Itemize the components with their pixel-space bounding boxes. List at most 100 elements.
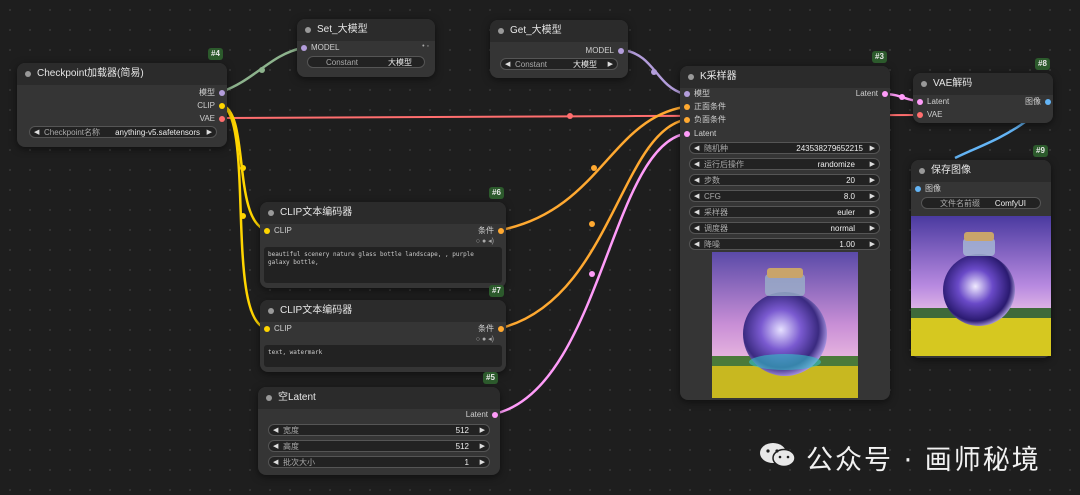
cfg-widget[interactable]: ◀ CFG 8.0 ▶ <box>689 190 880 202</box>
input-vae[interactable]: VAE <box>917 109 942 121</box>
node-title[interactable]: Get_大模型 <box>490 20 628 42</box>
widget-label: Constant <box>515 60 548 69</box>
widget-value: anything-v5.safetensors <box>115 128 200 137</box>
node-title[interactable]: 保存图像 <box>911 160 1051 182</box>
slot-label: MODEL <box>585 46 614 55</box>
prompt-textarea[interactable]: text, watermark <box>264 345 502 367</box>
node-checkpoint-loader[interactable]: #4 Checkpoint加载器(简易) 模型 CLIP VAE ◀ Check… <box>17 48 227 147</box>
arrow-right-icon[interactable]: ▶ <box>480 441 485 453</box>
node-title[interactable]: CLIP文本编码器 <box>260 300 506 322</box>
input-image[interactable]: 图像 <box>915 183 941 195</box>
node-title[interactable]: Checkpoint加载器(简易) <box>17 63 227 85</box>
scheduler-widget[interactable]: ◀ 调度器 normal ▶ <box>689 222 880 234</box>
input-model[interactable]: 模型 <box>684 88 710 100</box>
widget-value: 512 <box>455 426 469 435</box>
node-clip-text-positive[interactable]: #6 CLIP文本编码器 CLIP 条件 ○ ● ◂) beautiful sc… <box>260 187 506 288</box>
steps-widget[interactable]: ◀ 步数 20 ▶ <box>689 174 880 186</box>
node-empty-latent[interactable]: #5 空Latent Latent ◀ 宽度 512 ▶ ◀ 高度 512 ▶ … <box>258 372 500 475</box>
filename-prefix-field[interactable]: 文件名前缀 ComfyUI <box>921 197 1041 209</box>
node-title[interactable]: K采样器 <box>680 66 890 88</box>
arrow-right-icon[interactable]: ▶ <box>870 175 875 187</box>
arrow-right-icon[interactable]: ▶ <box>608 59 613 71</box>
wire-image-to-save <box>954 120 1026 160</box>
input-model[interactable]: MODEL <box>301 42 339 54</box>
arrow-right-icon[interactable]: ▶ <box>480 457 485 469</box>
control-after-generate-widget[interactable]: ◀ 运行后操作 randomize ▶ <box>689 158 880 170</box>
input-clip[interactable]: CLIP <box>264 225 292 237</box>
width-widget[interactable]: ◀ 宽度 512 ▶ <box>268 424 490 436</box>
input-clip[interactable]: CLIP <box>264 323 292 335</box>
output-image[interactable]: 图像 <box>1025 96 1051 108</box>
input-latent[interactable]: Latent <box>684 128 716 140</box>
watermark-text: 公众号 · 画师秘境 <box>806 445 1041 476</box>
output-conditioning[interactable]: 条件 <box>478 225 504 237</box>
slot-label: 图像 <box>1025 97 1041 106</box>
text-controls-icon[interactable]: ○ ● ◂) <box>476 237 494 245</box>
arrow-right-icon[interactable]: ▶ <box>870 159 875 171</box>
output-latent[interactable]: Latent <box>466 409 498 421</box>
arrow-left-icon[interactable]: ◀ <box>694 223 699 235</box>
output-conditioning[interactable]: 条件 <box>478 323 504 335</box>
widget-value: 243538279652215 <box>796 144 863 153</box>
input-negative[interactable]: 负面条件 <box>684 114 726 126</box>
node-id-badge: #8 <box>1035 58 1050 70</box>
node-get-model[interactable]: Get_大模型 MODEL ◀ Constant 大模型 ▶ <box>490 20 628 78</box>
arrow-right-icon[interactable]: ▶ <box>870 239 875 251</box>
arrow-right-icon[interactable]: ▶ <box>870 223 875 235</box>
input-latent[interactable]: Latent <box>917 96 949 108</box>
ckpt-name-combo[interactable]: ◀ Checkpoint名称 anything-v5.safetensors ▶ <box>29 126 217 138</box>
output-clip[interactable]: CLIP <box>197 100 225 112</box>
node-title[interactable]: Set_大模型 <box>297 19 435 41</box>
arrow-left-icon[interactable]: ◀ <box>694 239 699 251</box>
arrow-left-icon[interactable]: ◀ <box>273 441 278 453</box>
arrow-left-icon[interactable]: ◀ <box>694 207 699 219</box>
input-positive[interactable]: 正面条件 <box>684 101 726 113</box>
sampler-widget[interactable]: ◀ 采样器 euler ▶ <box>689 206 880 218</box>
prompt-textarea[interactable]: beautiful scenery nature glass bottle la… <box>264 247 502 283</box>
arrow-left-icon[interactable]: ◀ <box>273 425 278 437</box>
arrow-left-icon[interactable]: ◀ <box>273 457 278 469</box>
arrow-left-icon[interactable]: ◀ <box>694 159 699 171</box>
node-save-image[interactable]: #9 保存图像 图像 文件名前缀 ComfyUI <box>911 145 1051 358</box>
arrow-right-icon[interactable]: ▶ <box>870 143 875 155</box>
output-model[interactable]: 模型 <box>199 87 225 99</box>
slot-label: 模型 <box>694 89 710 98</box>
node-title[interactable]: VAE解码 <box>913 73 1053 95</box>
widget-value: ComfyUI <box>994 199 1026 208</box>
seed-widget[interactable]: ◀ 随机种 243538279652215 ▶ <box>689 142 880 154</box>
text-controls-icon[interactable]: ○ ● ◂) <box>476 335 494 343</box>
widget-label: Checkpoint名称 <box>44 128 101 137</box>
constant-combo[interactable]: ◀ Constant 大模型 ▶ <box>500 58 618 70</box>
arrow-right-icon[interactable]: ▶ <box>870 207 875 219</box>
arrow-left-icon[interactable]: ◀ <box>694 143 699 155</box>
constant-field[interactable]: Constant 大模型 <box>307 56 425 68</box>
output-vae[interactable]: VAE <box>200 113 225 125</box>
arrow-left-icon[interactable]: ◀ <box>694 191 699 203</box>
denoise-widget[interactable]: ◀ 降噪 1.00 ▶ <box>689 238 880 250</box>
slot-label: Latent <box>855 89 878 98</box>
arrow-right-icon[interactable]: ▶ <box>480 425 485 437</box>
arrow-left-icon[interactable]: ◀ <box>694 175 699 187</box>
arrow-left-icon[interactable]: ◀ <box>34 127 39 139</box>
more-icon[interactable]: • ◦ <box>422 43 429 50</box>
arrow-right-icon[interactable]: ▶ <box>207 127 212 139</box>
widget-label: 高度 <box>283 442 299 451</box>
batch-size-widget[interactable]: ◀ 批次大小 1 ▶ <box>268 456 490 468</box>
node-title[interactable]: 空Latent <box>258 387 500 409</box>
slot-label: MODEL <box>311 43 340 52</box>
node-title[interactable]: CLIP文本编码器 <box>260 202 506 224</box>
widget-label: 宽度 <box>283 426 299 435</box>
height-widget[interactable]: ◀ 高度 512 ▶ <box>268 440 490 452</box>
widget-value: 大模型 <box>573 60 597 69</box>
node-ksampler[interactable]: #3 K采样器 模型 正面条件 负面条件 Latent Latent ◀ 随机种 2… <box>680 51 890 400</box>
arrow-left-icon[interactable]: ◀ <box>505 59 510 71</box>
saved-image <box>911 216 1051 356</box>
slot-label: VAE <box>199 114 215 123</box>
output-model[interactable]: MODEL <box>586 45 624 57</box>
arrow-right-icon[interactable]: ▶ <box>870 191 875 203</box>
node-set-model[interactable]: Set_大模型 MODEL • ◦ Constant 大模型 <box>297 19 435 77</box>
output-latent[interactable]: Latent <box>856 88 888 100</box>
widget-value: normal <box>830 224 855 233</box>
node-clip-text-negative[interactable]: #7 CLIP文本编码器 CLIP 条件 ○ ● ◂) text, waterm… <box>260 285 506 372</box>
node-vae-decode[interactable]: #8 VAE解码 Latent VAE 图像 <box>913 58 1053 123</box>
